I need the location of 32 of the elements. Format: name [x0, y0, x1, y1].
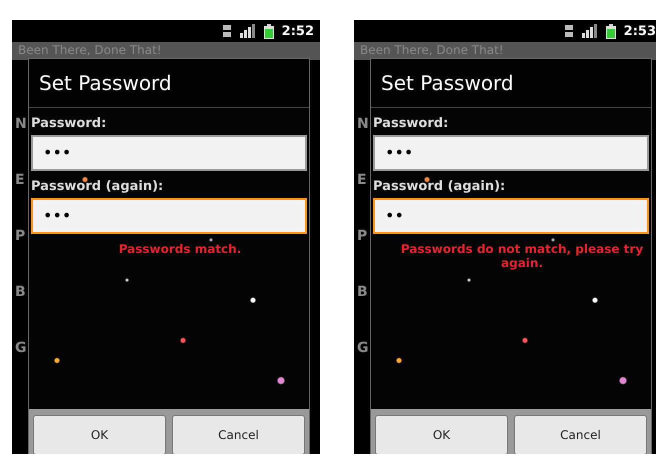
dialog-button[interactable]: Cancel: [172, 415, 305, 454]
field-label: Password (again):: [31, 179, 164, 194]
setting-label: N: [356, 116, 370, 132]
validation-message: Passwords match.: [118, 242, 242, 256]
setting-label: G: [14, 340, 28, 356]
battery-icon: [264, 24, 274, 38]
field-label: Password (again):: [373, 179, 506, 194]
password-field[interactable]: •••: [31, 198, 307, 234]
dialog-button[interactable]: OK: [375, 415, 508, 454]
clock-time: 2:53: [624, 24, 656, 38]
clock-time: 2:52: [282, 24, 314, 38]
dialog-button[interactable]: OK: [33, 415, 166, 454]
password-field[interactable]: •••: [373, 135, 649, 171]
network-type-icon: [564, 24, 574, 38]
setting-label: N: [14, 116, 28, 132]
validation-message: Passwords do not match, please try again.: [400, 242, 644, 270]
network-type-icon: [222, 24, 232, 38]
setting-label: B: [356, 284, 369, 300]
setting-label: E: [356, 172, 368, 188]
field-label: Password:: [373, 116, 450, 131]
setting-label: E: [14, 172, 26, 188]
field-label: Password:: [31, 116, 108, 131]
setting-label: B: [14, 284, 27, 300]
dialog-button[interactable]: Cancel: [514, 415, 647, 454]
password-field[interactable]: ••: [373, 198, 649, 234]
battery-icon: [606, 24, 616, 38]
setting-label: P: [356, 228, 368, 244]
signal-icon: [240, 24, 256, 38]
setting-label: G: [356, 340, 370, 356]
password-field[interactable]: •••: [31, 135, 307, 171]
signal-icon: [582, 24, 598, 38]
setting-label: P: [14, 228, 26, 244]
